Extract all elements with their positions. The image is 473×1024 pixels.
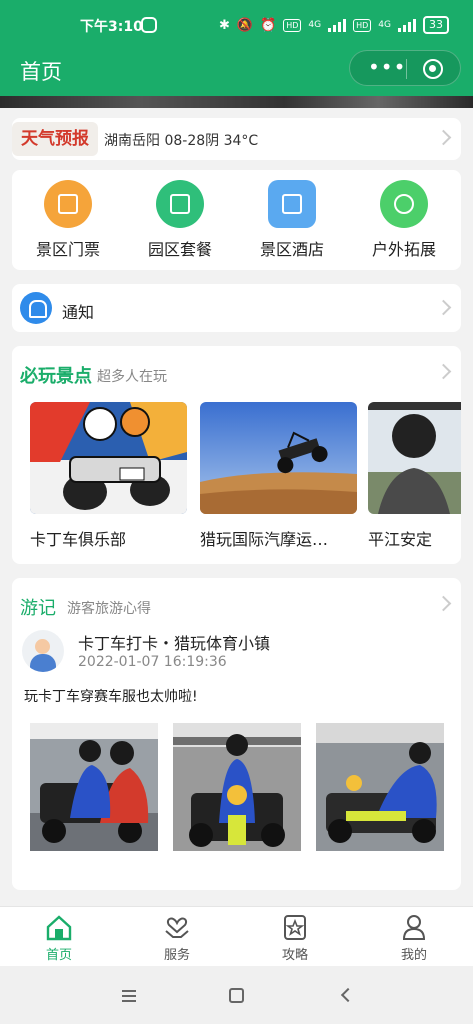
weather-info: 湖南岳阳 08-28阴 34°C (104, 133, 259, 149)
post-timestamp: 2022-01-07 16:19:36 (78, 654, 227, 670)
recent-apps-button[interactable] (122, 990, 136, 1002)
category-label: 景区门票 (35, 240, 100, 259)
attraction-card[interactable]: 卡丁车俱乐部 (30, 402, 187, 550)
tab-home[interactable]: 首页 (19, 913, 99, 963)
attraction-image (200, 402, 357, 514)
weather-tag: 天气预报 (12, 122, 98, 156)
attraction-name: 平江安定 (368, 530, 433, 549)
service-icon (163, 913, 191, 941)
signal-icon-2 (398, 18, 416, 32)
section-title: 游记 (20, 598, 56, 619)
category-tickets[interactable]: 景区门票 (18, 180, 118, 260)
category-grid: 景区门票 园区套餐 景区酒店 户外拓展 (12, 170, 461, 270)
post-photo[interactable] (316, 723, 444, 851)
miniprogram-capsule: ••• (349, 50, 461, 86)
tab-guide[interactable]: 攻略 (255, 913, 335, 963)
notice-label: 通知 (62, 303, 95, 322)
tab-profile[interactable]: 我的 (374, 913, 454, 963)
category-packages[interactable]: 园区套餐 (130, 180, 230, 260)
post-text: 玩卡丁车穿赛车服也太帅啦! (24, 689, 198, 705)
more-menu-button[interactable]: ••• (368, 57, 406, 77)
bottom-tab-bar: 首页 服务 攻略 我的 (0, 906, 473, 966)
post-photo[interactable] (30, 723, 158, 851)
capsule-divider (406, 59, 407, 79)
category-label: 景区酒店 (259, 240, 324, 259)
chevron-right-icon (435, 299, 452, 316)
status-time: 下午3:10 (80, 19, 143, 35)
top-header: 下午3:10 ✱ 🔕 ⏰ HD 4G HD 4G 33 首页 ••• (0, 0, 473, 96)
attraction-card[interactable]: 平江安定 (368, 402, 461, 550)
signal-icon (328, 18, 347, 32)
profile-icon (400, 913, 428, 941)
back-button[interactable] (340, 987, 356, 1003)
attractions-section: 必玩景点 超多人在玩 卡丁车俱乐部 猎玩国际汽摩运… 平江安定 (12, 346, 461, 564)
attraction-name: 猎玩国际汽摩运… (200, 530, 329, 549)
attraction-image (368, 402, 461, 514)
alarm-icon: ⏰ (260, 17, 277, 33)
tab-service[interactable]: 服务 (137, 913, 217, 963)
section-title: 必玩景点 (20, 366, 92, 387)
bluetooth-icon: ✱ (218, 17, 230, 33)
chevron-right-icon (435, 129, 452, 146)
outdoor-icon (380, 180, 428, 228)
battery-indicator: 33 (423, 16, 449, 34)
category-hotels[interactable]: 景区酒店 (242, 180, 342, 260)
home-icon (45, 913, 73, 941)
post-photo[interactable] (173, 723, 301, 851)
tab-label: 我的 (400, 948, 427, 963)
guide-icon (281, 913, 309, 941)
category-label: 户外拓展 (371, 240, 436, 259)
package-icon (156, 180, 204, 228)
avatar[interactable] (22, 630, 64, 672)
attraction-name: 卡丁车俱乐部 (30, 530, 127, 549)
chevron-right-icon[interactable] (435, 595, 452, 612)
home-button[interactable] (229, 988, 244, 1003)
network-label-2: 4G (378, 20, 391, 30)
section-subtitle: 游客旅游心得 (67, 601, 151, 617)
close-miniprogram-button[interactable] (423, 59, 443, 79)
system-navigation-bar (0, 966, 473, 1024)
hd-badge: HD (283, 18, 302, 32)
status-bar: 下午3:10 ✱ 🔕 ⏰ HD 4G HD 4G 33 (0, 14, 473, 40)
banner-image-edge (0, 96, 473, 108)
tab-label: 服务 (163, 948, 190, 963)
notice-bar[interactable]: 通知 (12, 284, 461, 332)
hotel-icon (268, 180, 316, 228)
tab-label: 攻略 (281, 948, 308, 963)
travel-notes-section: 游记 游客旅游心得 卡丁车打卡・猎玩体育小镇 2022-01-07 16:19:… (12, 578, 461, 890)
bell-icon (20, 292, 52, 324)
mute-icon: 🔕 (236, 17, 254, 33)
attraction-card[interactable]: 猎玩国际汽摩运… (200, 402, 357, 550)
category-label: 园区套餐 (147, 240, 212, 259)
chevron-right-icon[interactable] (435, 363, 452, 380)
ticket-icon (44, 180, 92, 228)
category-outdoor[interactable]: 户外拓展 (354, 180, 454, 260)
weather-bar[interactable]: 天气预报 湖南岳阳 08-28阴 34°C (12, 118, 461, 160)
network-label-1: 4G (308, 20, 322, 30)
hd-badge-2: HD (353, 18, 372, 32)
attraction-image (30, 402, 187, 514)
post-title[interactable]: 卡丁车打卡・猎玩体育小镇 (78, 630, 270, 654)
tab-label: 首页 (45, 948, 72, 963)
wechat-notification-icon (141, 17, 157, 33)
section-subtitle: 超多人在玩 (97, 369, 167, 385)
page-title: 首页 (20, 60, 62, 84)
